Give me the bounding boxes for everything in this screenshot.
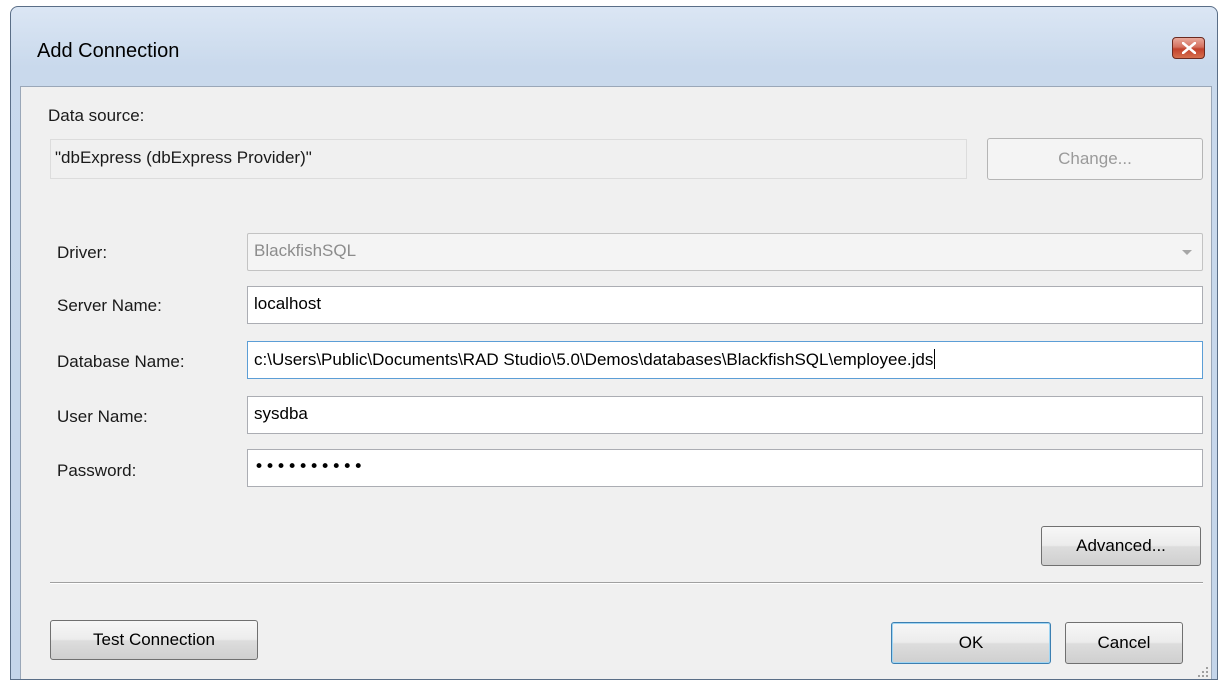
- dialog-body: Data source: "dbExpress (dbExpress Provi…: [20, 86, 1212, 679]
- server-name-label: Server Name:: [57, 296, 162, 315]
- change-button-label: Change...: [1058, 149, 1132, 168]
- resize-grip-icon[interactable]: [1197, 666, 1209, 678]
- advanced-button-label: Advanced...: [1076, 536, 1166, 555]
- server-name-value: localhost: [254, 294, 322, 313]
- server-name-input[interactable]: localhost: [247, 286, 1203, 324]
- cancel-button-label: Cancel: [1097, 633, 1151, 652]
- user-name-label: User Name:: [57, 407, 148, 426]
- text-caret: [934, 349, 936, 369]
- test-connection-button[interactable]: Test Connection: [50, 620, 258, 660]
- close-icon: [1182, 42, 1196, 54]
- ok-button-label: OK: [958, 633, 984, 652]
- database-name-label: Database Name:: [57, 352, 185, 371]
- driver-value: BlackfishSQL: [254, 241, 357, 260]
- password-input[interactable]: ••••••••••: [247, 449, 1203, 487]
- user-name-value: sysdba: [254, 404, 308, 423]
- separator: [50, 582, 1203, 584]
- close-button[interactable]: [1172, 37, 1205, 59]
- data-source-value: "dbExpress (dbExpress Provider)": [50, 139, 967, 179]
- chevron-down-icon: [1182, 250, 1192, 255]
- password-label: Password:: [57, 461, 137, 480]
- ok-button[interactable]: OK: [891, 622, 1051, 664]
- database-name-input[interactable]: c:\Users\Public\Documents\RAD Studio\5.0…: [247, 341, 1203, 379]
- password-masked-value: ••••••••••: [254, 457, 365, 477]
- change-button[interactable]: Change...: [987, 138, 1203, 180]
- test-connection-button-label: Test Connection: [93, 630, 215, 649]
- database-name-value: c:\Users\Public\Documents\RAD Studio\5.0…: [254, 350, 934, 369]
- user-name-input[interactable]: sysdba: [247, 396, 1203, 434]
- add-connection-dialog: Add Connection Data source: "dbExpress (…: [10, 6, 1218, 680]
- driver-label: Driver:: [57, 243, 108, 262]
- cancel-button[interactable]: Cancel: [1065, 622, 1183, 664]
- driver-select[interactable]: BlackfishSQL: [247, 233, 1203, 271]
- data-source-label: Data source:: [48, 106, 145, 125]
- dialog-title: Add Connection: [37, 40, 180, 62]
- title-bar[interactable]: Add Connection: [11, 7, 1217, 87]
- advanced-button[interactable]: Advanced...: [1041, 526, 1201, 566]
